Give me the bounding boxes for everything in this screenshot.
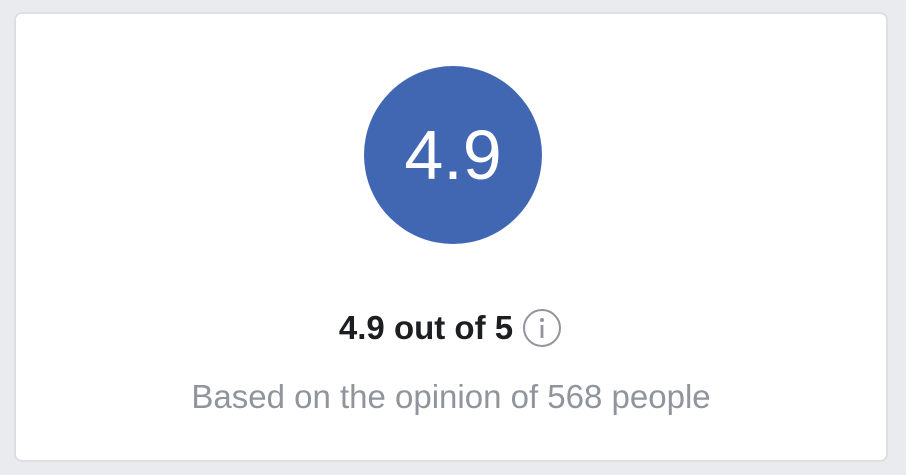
rating-basis: Based on the opinion of 568 people — [191, 378, 711, 415]
rating-value: 4.9 — [404, 116, 502, 194]
rating-summary-row: 4.9 out of 5 — [16, 306, 886, 350]
rating-summary: 4.9 out of 5 — [338, 309, 514, 346]
info-icon[interactable] — [521, 307, 563, 349]
rating-card: 4.9 4.9 out of 5 Based on the opinion of… — [14, 12, 888, 462]
rating-badge: 4.9 — [364, 66, 542, 244]
